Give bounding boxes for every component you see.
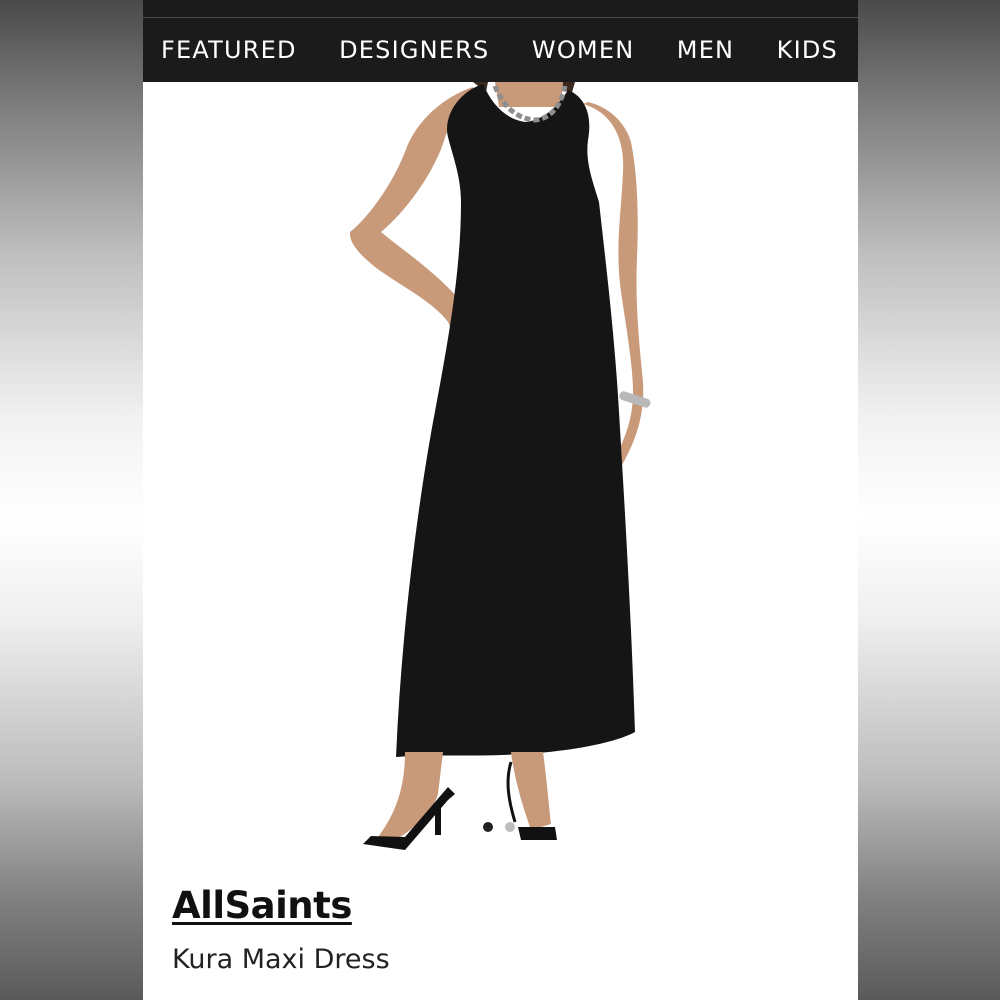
product-title: Kura Maxi Dress bbox=[172, 944, 390, 975]
carousel-dot-2[interactable] bbox=[505, 822, 515, 832]
top-navigation: FEATURED DESIGNERS WOMEN MEN KIDS bbox=[143, 18, 858, 82]
image-carousel-dots bbox=[483, 822, 515, 832]
product-image[interactable] bbox=[143, 82, 858, 852]
phone-screen: FEATURED DESIGNERS WOMEN MEN KIDS AllSai… bbox=[143, 0, 858, 1000]
brand-link[interactable]: AllSaints bbox=[172, 884, 352, 927]
status-bar bbox=[143, 0, 858, 17]
nav-item-featured[interactable]: FEATURED bbox=[161, 36, 297, 64]
carousel-dot-1[interactable] bbox=[483, 822, 493, 832]
nav-item-kids[interactable]: KIDS bbox=[777, 36, 838, 64]
nav-item-designers[interactable]: DESIGNERS bbox=[339, 36, 489, 64]
nav-item-men[interactable]: MEN bbox=[677, 36, 734, 64]
nav-item-women[interactable]: WOMEN bbox=[532, 36, 634, 64]
